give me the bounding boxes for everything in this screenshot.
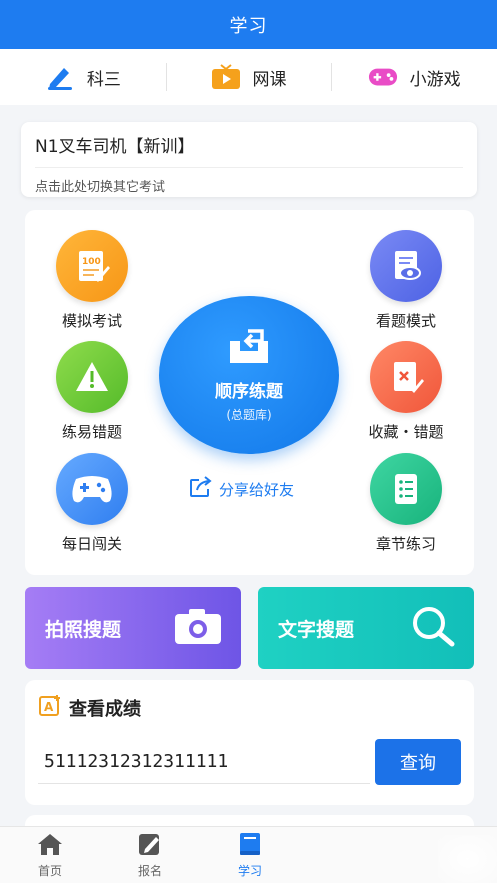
watermark-overlay: [438, 835, 497, 883]
id-number-input[interactable]: [38, 740, 370, 784]
chapter-practice-button[interactable]: 章节练习: [356, 453, 456, 554]
gamepad-icon: [368, 64, 398, 90]
share-label: 分享给好友: [219, 480, 295, 499]
score-header: A 查看成绩: [39, 694, 141, 721]
category-tabs: 科三 网课 小游戏: [0, 49, 497, 105]
view-mode-button[interactable]: 看题模式: [356, 230, 456, 331]
tab-label: 小游戏: [409, 69, 461, 90]
error-practice-button[interactable]: 练易错题: [42, 341, 142, 442]
exam-selector[interactable]: N1叉车司机【新训】 点击此处切换其它考试: [21, 122, 477, 197]
favorites-errors-label: 收藏・错题: [368, 423, 444, 441]
sequential-practice-title: 顺序练题: [215, 382, 283, 402]
tab-label: 网课: [252, 69, 287, 90]
chapter-practice-label: 章节练习: [375, 535, 436, 553]
tab-ke-san[interactable]: 科三: [0, 49, 166, 105]
nav-study[interactable]: 学习: [200, 827, 300, 883]
photo-search-button[interactable]: 拍照搜题: [25, 587, 241, 669]
notebook-icon: [370, 453, 442, 525]
text-search-label: 文字搜题: [278, 618, 355, 641]
signup-icon: [137, 832, 163, 859]
page-title: 学习: [229, 15, 268, 37]
mock-exam-button[interactable]: 100 模拟考试: [42, 230, 142, 331]
favorites-errors-button[interactable]: 收藏・错题: [356, 341, 456, 442]
nav-study-label: 学习: [237, 863, 262, 878]
bottom-navigation: 首页 报名 学习: [0, 826, 497, 883]
app-header: 学习: [0, 0, 497, 49]
nav-signup-label: 报名: [137, 863, 162, 878]
score-title: 查看成绩: [69, 698, 141, 720]
exam-switch-hint: 点击此处切换其它考试: [35, 167, 463, 195]
svg-text:A: A: [44, 700, 54, 714]
share-icon: [189, 476, 213, 502]
tab-label: 科三: [86, 69, 121, 90]
daily-challenge-label: 每日闯关: [61, 535, 122, 553]
query-button[interactable]: 查询: [375, 739, 461, 785]
pen-icon: [45, 64, 75, 90]
warning-icon: [56, 341, 128, 413]
text-search-button[interactable]: 文字搜题: [258, 587, 474, 669]
svg-text:100: 100: [82, 257, 101, 267]
exam-title: N1叉车司机【新训】: [35, 137, 195, 157]
daily-challenge-button[interactable]: 每日闯关: [42, 453, 142, 554]
book-icon: [237, 832, 263, 859]
camera-icon: [173, 606, 223, 651]
nav-home[interactable]: 首页: [0, 827, 100, 883]
wrong-answer-icon: [370, 341, 442, 413]
gamepad-icon: [56, 453, 128, 525]
nav-home-label: 首页: [37, 863, 62, 878]
sequential-practice-subtitle: (总题库): [226, 408, 272, 422]
practice-panel: 100 模拟考试 看题模式 练易错题 收藏・错题 每日闯关 章节练习 顺序练题 …: [25, 210, 474, 575]
score-query-card: A 查看成绩 查询: [25, 680, 474, 805]
document-eye-icon: [370, 230, 442, 302]
score-icon: A: [39, 694, 61, 721]
magnifier-icon: [410, 605, 456, 652]
tab-mini-games[interactable]: 小游戏: [331, 49, 497, 105]
share-button[interactable]: 分享给好友: [189, 476, 294, 502]
home-icon: [37, 832, 63, 859]
sequential-practice-button[interactable]: 顺序练题 (总题库): [159, 296, 339, 454]
exam-paper-icon: 100: [56, 230, 128, 302]
error-practice-label: 练易错题: [61, 423, 122, 441]
photo-search-label: 拍照搜题: [45, 618, 122, 641]
inbox-return-icon: [226, 327, 272, 371]
nav-signup[interactable]: 报名: [100, 827, 200, 883]
tv-icon: [211, 64, 241, 90]
mock-exam-label: 模拟考试: [61, 312, 122, 330]
view-mode-label: 看题模式: [375, 312, 436, 330]
tab-online-course[interactable]: 网课: [165, 49, 332, 105]
